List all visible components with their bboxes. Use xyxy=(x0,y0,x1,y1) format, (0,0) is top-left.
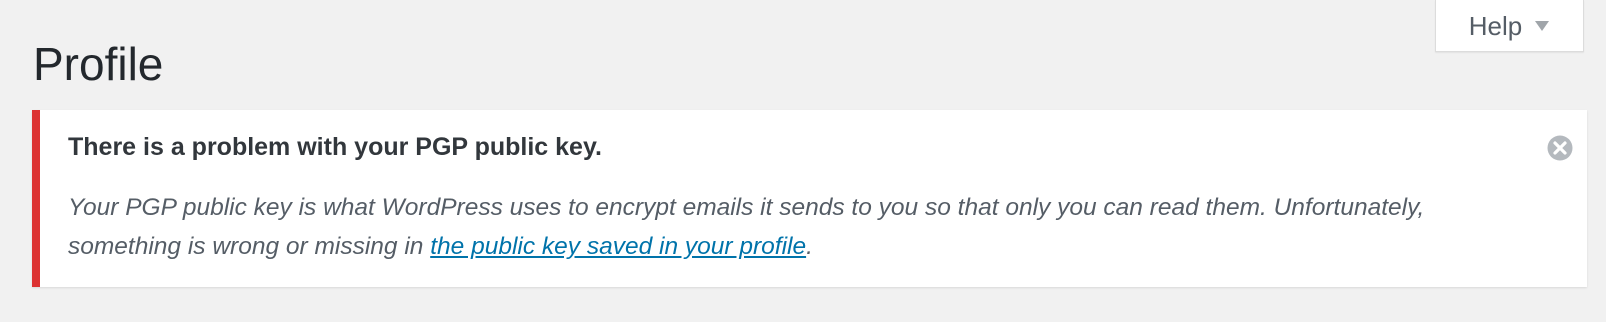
page-title: Profile xyxy=(33,38,164,90)
help-tab-button[interactable]: Help xyxy=(1435,0,1584,52)
notice-message: Your PGP public key is what WordPress us… xyxy=(68,188,1508,266)
error-notice: There is a problem with your PGP public … xyxy=(32,110,1587,287)
notice-message-end: . xyxy=(806,233,813,260)
dismiss-notice-button[interactable] xyxy=(1545,133,1575,163)
profile-public-key-link[interactable]: the public key saved in your profile xyxy=(430,233,806,260)
close-circle-icon xyxy=(1547,135,1573,161)
help-tab-label: Help xyxy=(1468,10,1523,41)
triangle-down-icon xyxy=(1535,20,1550,31)
notice-title: There is a problem with your PGP public … xyxy=(68,133,602,161)
